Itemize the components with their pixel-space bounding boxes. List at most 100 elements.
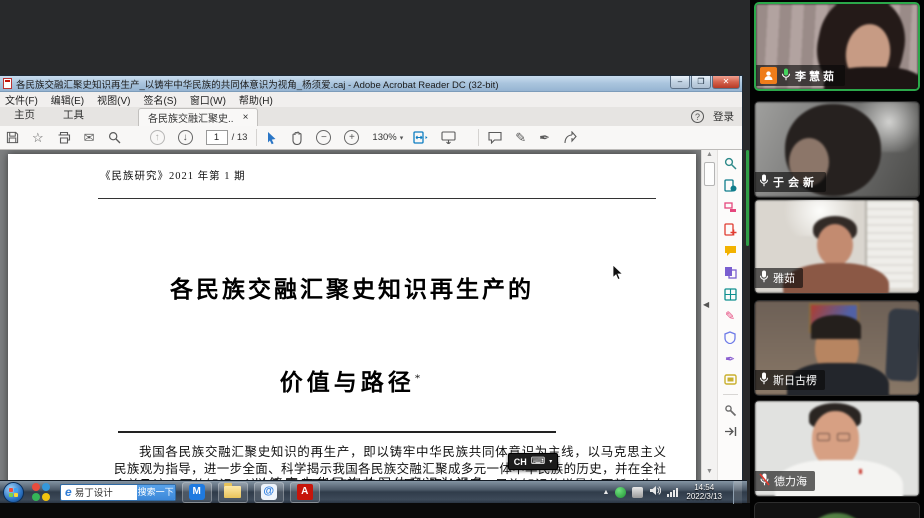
share-forward-icon[interactable]	[563, 131, 577, 144]
at-mail-icon: @	[261, 484, 277, 500]
print-icon[interactable]	[57, 131, 71, 144]
scroll-down-icon[interactable]: ▼	[702, 468, 717, 475]
network-signal-icon[interactable]	[667, 488, 678, 497]
tab-document[interactable]: 各民族交融汇聚史.. ×	[138, 108, 258, 126]
toolbar-separator	[478, 129, 479, 146]
fit-width-icon[interactable]	[413, 131, 428, 144]
certificates-icon[interactable]: ✒	[725, 353, 735, 365]
hand-tool-icon[interactable]	[290, 131, 303, 145]
taskbar-search-box[interactable]: e 易丁设计 搜索一下	[60, 484, 176, 501]
participant-name: 李慧茹	[795, 68, 837, 84]
participant-name-label: 雅茹	[755, 268, 803, 288]
scroll-up-icon[interactable]: ▲	[702, 151, 717, 158]
zoom-caret-icon[interactable]: ▾	[400, 134, 404, 142]
signature-pen-icon[interactable]: ✒	[539, 131, 550, 144]
adobe-reader-icon: A	[297, 484, 313, 500]
create-pdf-icon[interactable]	[724, 223, 737, 236]
document-viewport[interactable]: 《民族研究》2021 年第 1 期 各民族交融汇聚史知识再生产的 价值与路径* …	[0, 150, 742, 503]
export-pdf-icon[interactable]	[724, 179, 737, 192]
participant-name: 斯日古楞	[773, 372, 817, 388]
tab-close-icon[interactable]: ×	[243, 112, 249, 123]
windows-taskbar: e 易丁设计 搜索一下 M @ A ▲ 14:54 2022/3/13	[0, 480, 747, 503]
window-titlebar[interactable]: 各民族交融汇聚史知识再生产_以铸牢中华民族的共同体意识为视角_杨须爱.caj -…	[0, 76, 742, 92]
participant-name: 德力海	[774, 473, 807, 489]
sign-in-button[interactable]: 登录	[713, 109, 734, 124]
menu-edit[interactable]: 编辑(E)	[51, 92, 84, 107]
share-letterbox	[0, 503, 750, 518]
close-button[interactable]: ✕	[712, 76, 740, 89]
taskbar-clock[interactable]: 14:54 2022/3/13	[686, 483, 722, 501]
taskbar-pinwheel-app-icon[interactable]	[30, 481, 52, 503]
taskbar-app-explorer[interactable]	[218, 482, 248, 503]
participant-tile[interactable]: 于会新	[754, 101, 920, 198]
fill-sign-tool-icon[interactable]: ✎	[725, 310, 735, 322]
combine-files-icon[interactable]	[724, 266, 737, 279]
restore-button[interactable]: ❐	[691, 76, 711, 89]
bookmark-star-icon[interactable]: ☆	[32, 131, 44, 144]
stamp-icon[interactable]	[724, 374, 737, 385]
participants-scrollbar-thumb[interactable]	[746, 150, 749, 246]
panel-collapse-icon[interactable]: ◀	[703, 300, 709, 309]
tray-antivirus-icon[interactable]	[615, 487, 626, 498]
pdf-page[interactable]: 《民族研究》2021 年第 1 期 各民族交融汇聚史知识再生产的 价值与路径* …	[8, 154, 696, 503]
select-tool-icon[interactable]	[266, 131, 277, 145]
menu-sign[interactable]: 签名(S)	[143, 92, 176, 107]
participant-tile[interactable]: 德力海	[754, 400, 920, 497]
tray-app-icon[interactable]	[632, 487, 643, 498]
tab-bar: 主页 工具 各民族交融汇聚史.. × ? 登录	[0, 107, 742, 126]
menu-bar: 文件(F) 编辑(E) 视图(V) 签名(S) 窗口(W) 帮助(H)	[0, 92, 742, 107]
open-tools-pane-icon[interactable]	[724, 426, 737, 437]
comment-tool-icon[interactable]	[724, 245, 737, 257]
participant-tile[interactable]: 李慧茹	[754, 2, 920, 91]
next-page-icon[interactable]: ↓	[178, 130, 193, 145]
ime-options-caret-icon[interactable]: ▾	[549, 458, 552, 465]
ie-browser-icon: e	[61, 485, 75, 499]
participant-avatar	[755, 503, 919, 518]
taskbar-search-text[interactable]: 易丁设计	[75, 485, 137, 499]
more-tools-icon[interactable]	[724, 404, 737, 417]
protect-pdf-icon[interactable]	[724, 331, 736, 344]
zoom-level-select[interactable]: 130%	[372, 132, 396, 143]
page-total-label: / 13	[232, 132, 248, 143]
ime-language-bar[interactable]: CH ⌨ ▾	[508, 453, 558, 470]
taskbar-app-mail[interactable]: @	[254, 482, 284, 503]
reading-mode-icon[interactable]	[441, 131, 456, 144]
taskbar-app-acrobat[interactable]: A	[290, 482, 320, 503]
taskbar-app-m[interactable]: M	[182, 482, 212, 503]
body-line: 民族观为指导，进一步全面、科学揭示我国各民族交融汇聚成多元一体中华民族的历史，并…	[114, 461, 666, 478]
mic-muted-icon	[759, 473, 770, 489]
start-button[interactable]	[3, 482, 24, 503]
taskbar-search-button[interactable]: 搜索一下	[137, 484, 175, 501]
tab-tools[interactable]: 工具	[49, 107, 98, 126]
search-tool-icon[interactable]	[724, 157, 737, 170]
search-icon[interactable]	[108, 131, 121, 144]
participant-tile[interactable]: 斯日古楞	[754, 300, 920, 396]
zoom-in-icon[interactable]: +	[344, 130, 359, 145]
menu-help[interactable]: 帮助(H)	[239, 92, 273, 107]
volume-icon[interactable]	[649, 483, 661, 501]
tray-expand-icon[interactable]: ▲	[602, 489, 609, 496]
email-icon[interactable]: ✉	[84, 131, 95, 144]
page-number-input[interactable]: 1	[206, 130, 228, 145]
minimize-button[interactable]: –	[670, 76, 690, 89]
zoom-out-icon[interactable]: −	[316, 130, 331, 145]
help-icon[interactable]: ?	[691, 110, 704, 123]
scrollbar-thumb[interactable]	[704, 162, 715, 186]
previous-page-icon[interactable]: ↑	[150, 130, 165, 145]
comment-icon[interactable]	[488, 131, 502, 144]
participant-tile[interactable]: 雅茹	[754, 199, 920, 294]
menu-view[interactable]: 视图(V)	[97, 92, 130, 107]
fill-sign-pencil-icon[interactable]: ✎	[515, 131, 526, 144]
menu-file[interactable]: 文件(F)	[5, 92, 38, 107]
participant-tile[interactable]	[754, 502, 920, 518]
edit-pdf-icon[interactable]	[724, 201, 737, 214]
show-desktop-button[interactable]	[733, 481, 742, 504]
tab-home[interactable]: 主页	[0, 107, 49, 126]
save-icon[interactable]	[6, 131, 19, 144]
host-badge-icon	[760, 67, 777, 84]
keyboard-icon[interactable]: ⌨	[531, 456, 545, 467]
vertical-scrollbar[interactable]: ▲ ▼	[701, 150, 717, 503]
organize-pages-icon[interactable]	[724, 288, 737, 301]
participant-name-label: 于会新	[755, 172, 826, 192]
menu-window[interactable]: 窗口(W)	[190, 92, 226, 107]
